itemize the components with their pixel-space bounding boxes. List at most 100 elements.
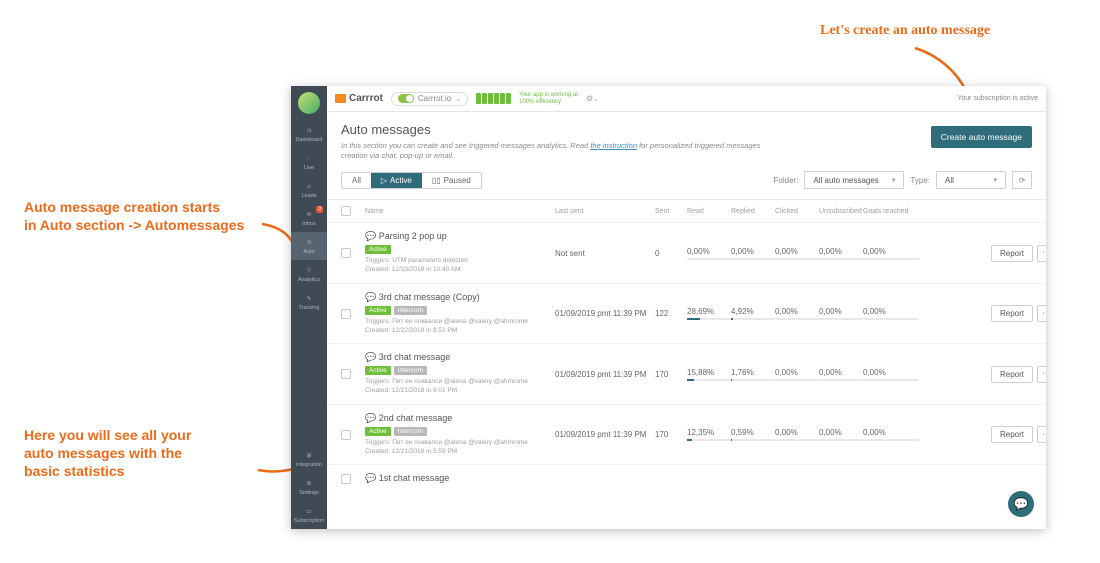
report-button[interactable]: Report bbox=[991, 245, 1033, 262]
instruction-link[interactable]: the instruction bbox=[590, 141, 637, 150]
sidebar-item-tracking[interactable]: ✎Tracking bbox=[291, 288, 327, 316]
gear-icon: ⚙ bbox=[302, 478, 316, 490]
trigger-text: Triggers: Пит ен поквалси @alena @valery… bbox=[365, 318, 555, 327]
sidebar-item-settings[interactable]: ⚙Settings bbox=[291, 473, 327, 501]
stat-cell: 12,35% bbox=[687, 428, 731, 441]
sent-count: 170 bbox=[655, 430, 687, 439]
integration-icon: ⊞ bbox=[302, 450, 316, 462]
topbar: Carrrot Carrrot.io⌄ Your app is working … bbox=[327, 86, 1046, 112]
stat-cell: 0,00% bbox=[863, 368, 919, 381]
avatar[interactable] bbox=[298, 92, 320, 114]
message-name[interactable]: 💬 3rd chat message bbox=[365, 352, 555, 363]
row-checkbox[interactable] bbox=[341, 474, 351, 484]
table-header: Name Last sent Sent Read Replied Clicked… bbox=[327, 200, 1046, 222]
table-row: 💬 1st chat message bbox=[327, 464, 1046, 492]
stat-cell: 0,00% bbox=[775, 247, 819, 260]
chat-bubble-icon: 💬 bbox=[365, 292, 379, 302]
efficiency-text: Your app is working at100% efficiency bbox=[519, 92, 578, 105]
stat-cell: 1,76% bbox=[731, 368, 775, 381]
sidebar-item-analytics[interactable]: ▽Analytics bbox=[291, 260, 327, 288]
sent-count: 170 bbox=[655, 370, 687, 379]
stat-cell: 0,00% bbox=[775, 428, 819, 441]
tag-active: Active bbox=[365, 306, 391, 315]
last-sent: Not sent bbox=[555, 249, 655, 258]
type-select[interactable]: All▾ bbox=[936, 171, 1006, 189]
play-icon: ▷ bbox=[381, 176, 387, 185]
row-menu-button[interactable]: ⋯ bbox=[1037, 305, 1046, 322]
sidebar-item-inbox[interactable]: 3✉Inbox bbox=[291, 204, 327, 232]
message-name[interactable]: 💬 Parsing 2 pop up bbox=[365, 231, 555, 242]
report-button[interactable]: Report bbox=[991, 305, 1033, 322]
tag-intercom: Intercom bbox=[394, 427, 427, 436]
tag-active: Active bbox=[365, 427, 391, 436]
table-row: 💬 3rd chat message (Copy) ActiveIntercom… bbox=[327, 283, 1046, 344]
tracking-icon: ✎ bbox=[302, 293, 316, 305]
sidebar-item-leads[interactable]: ☺Leads bbox=[291, 176, 327, 204]
row-menu-button[interactable]: ⋯ bbox=[1037, 426, 1046, 443]
created-text: Created: 12/21/2018 in 5:59 PM bbox=[365, 448, 555, 457]
created-text: Created: 12/22/2018 in 8:51 PM bbox=[365, 327, 555, 336]
message-name[interactable]: 💬 2nd chat message bbox=[365, 413, 555, 424]
message-name[interactable]: 💬 1st chat message bbox=[365, 473, 555, 484]
table-row: 💬 Parsing 2 pop up Active Triggers: UTM … bbox=[327, 222, 1046, 283]
settings-dropdown[interactable]: ⚙⌄ bbox=[586, 94, 598, 103]
folder-select[interactable]: All auto messages▾ bbox=[804, 171, 904, 189]
report-button[interactable]: Report bbox=[991, 426, 1033, 443]
row-checkbox[interactable] bbox=[341, 430, 351, 440]
trigger-text: Triggers: UTM parameters detected bbox=[365, 257, 555, 266]
row-checkbox[interactable] bbox=[341, 248, 351, 258]
users-icon: ☺ bbox=[302, 181, 316, 193]
gauge-icon: ◷ bbox=[302, 125, 316, 137]
filter-active[interactable]: ▷Active bbox=[371, 173, 422, 188]
row-checkbox[interactable] bbox=[341, 369, 351, 379]
sidebar-item-dashboard[interactable]: ◷Dashboard bbox=[291, 120, 327, 148]
sidebar-item-subscription[interactable]: ▭Subscription bbox=[291, 501, 327, 529]
sidebar-item-integration[interactable]: ⊞Integration bbox=[291, 445, 327, 473]
row-menu-button[interactable]: ⋯ bbox=[1037, 245, 1046, 262]
inbox-icon: ✉ bbox=[302, 209, 316, 221]
create-auto-message-button[interactable]: Create auto message bbox=[931, 126, 1032, 148]
stat-cell: 0,00% bbox=[731, 247, 775, 260]
stat-cell: 15,88% bbox=[687, 368, 731, 381]
page-description: In this section you can create and see t… bbox=[341, 141, 771, 161]
chat-icon: 💬 bbox=[1014, 497, 1029, 511]
row-menu-button[interactable]: ⋯ bbox=[1037, 366, 1046, 383]
row-checkbox[interactable] bbox=[341, 309, 351, 319]
table-row: 💬 2nd chat message ActiveIntercom Trigge… bbox=[327, 404, 1046, 465]
sent-count: 122 bbox=[655, 309, 687, 318]
col-clicked: Clicked bbox=[775, 208, 819, 215]
page-title: Auto messages bbox=[341, 122, 771, 137]
last-sent: 01/09/2019 pmt 11:39 PM bbox=[555, 430, 655, 439]
stat-cell: 28,69% bbox=[687, 307, 731, 320]
created-text: Created: 12/23/2018 in 10:40 AM bbox=[365, 266, 555, 275]
subscription-status: Your subscription is active bbox=[957, 95, 1038, 102]
tag-intercom: Intercom bbox=[394, 306, 427, 315]
col-read: Read bbox=[687, 208, 731, 215]
filter-paused[interactable]: ▯▯Paused bbox=[422, 173, 481, 188]
chat-widget[interactable]: 💬 bbox=[1008, 491, 1034, 517]
app-switcher[interactable]: Carrrot.io⌄ bbox=[391, 92, 468, 106]
stat-cell: 0,00% bbox=[863, 428, 919, 441]
stat-cell: 0,00% bbox=[819, 247, 863, 260]
sidebar-item-live[interactable]: ◌Live bbox=[291, 148, 327, 176]
message-name[interactable]: 💬 3rd chat message (Copy) bbox=[365, 292, 555, 303]
col-goals: Goals reached bbox=[863, 208, 919, 215]
chevron-down-icon: ⌄ bbox=[455, 95, 461, 103]
brand-logo[interactable]: Carrrot bbox=[335, 93, 383, 104]
folder-label: Folder: bbox=[774, 176, 799, 185]
created-text: Created: 12/21/2018 in 6:01 PM bbox=[365, 387, 555, 396]
stat-cell: 4,92% bbox=[731, 307, 775, 320]
sidebar-item-auto[interactable]: ⟲Auto bbox=[291, 232, 327, 260]
tag-active: Active bbox=[365, 366, 391, 375]
report-button[interactable]: Report bbox=[991, 366, 1033, 383]
annotation-stats: Here you will see all yourauto messages … bbox=[24, 426, 191, 481]
refresh-button[interactable]: ⟳ bbox=[1012, 171, 1032, 189]
stat-cell: 0,00% bbox=[819, 307, 863, 320]
chevron-down-icon: ▾ bbox=[892, 176, 896, 184]
stat-cell: 0,00% bbox=[863, 247, 919, 260]
last-sent: 01/09/2019 pmt 11:39 PM bbox=[555, 370, 655, 379]
filter-all[interactable]: All bbox=[342, 173, 371, 188]
stat-cell: 0,00% bbox=[863, 307, 919, 320]
select-all-checkbox[interactable] bbox=[341, 206, 351, 216]
annotation-create: Let's create an auto message bbox=[820, 22, 990, 40]
